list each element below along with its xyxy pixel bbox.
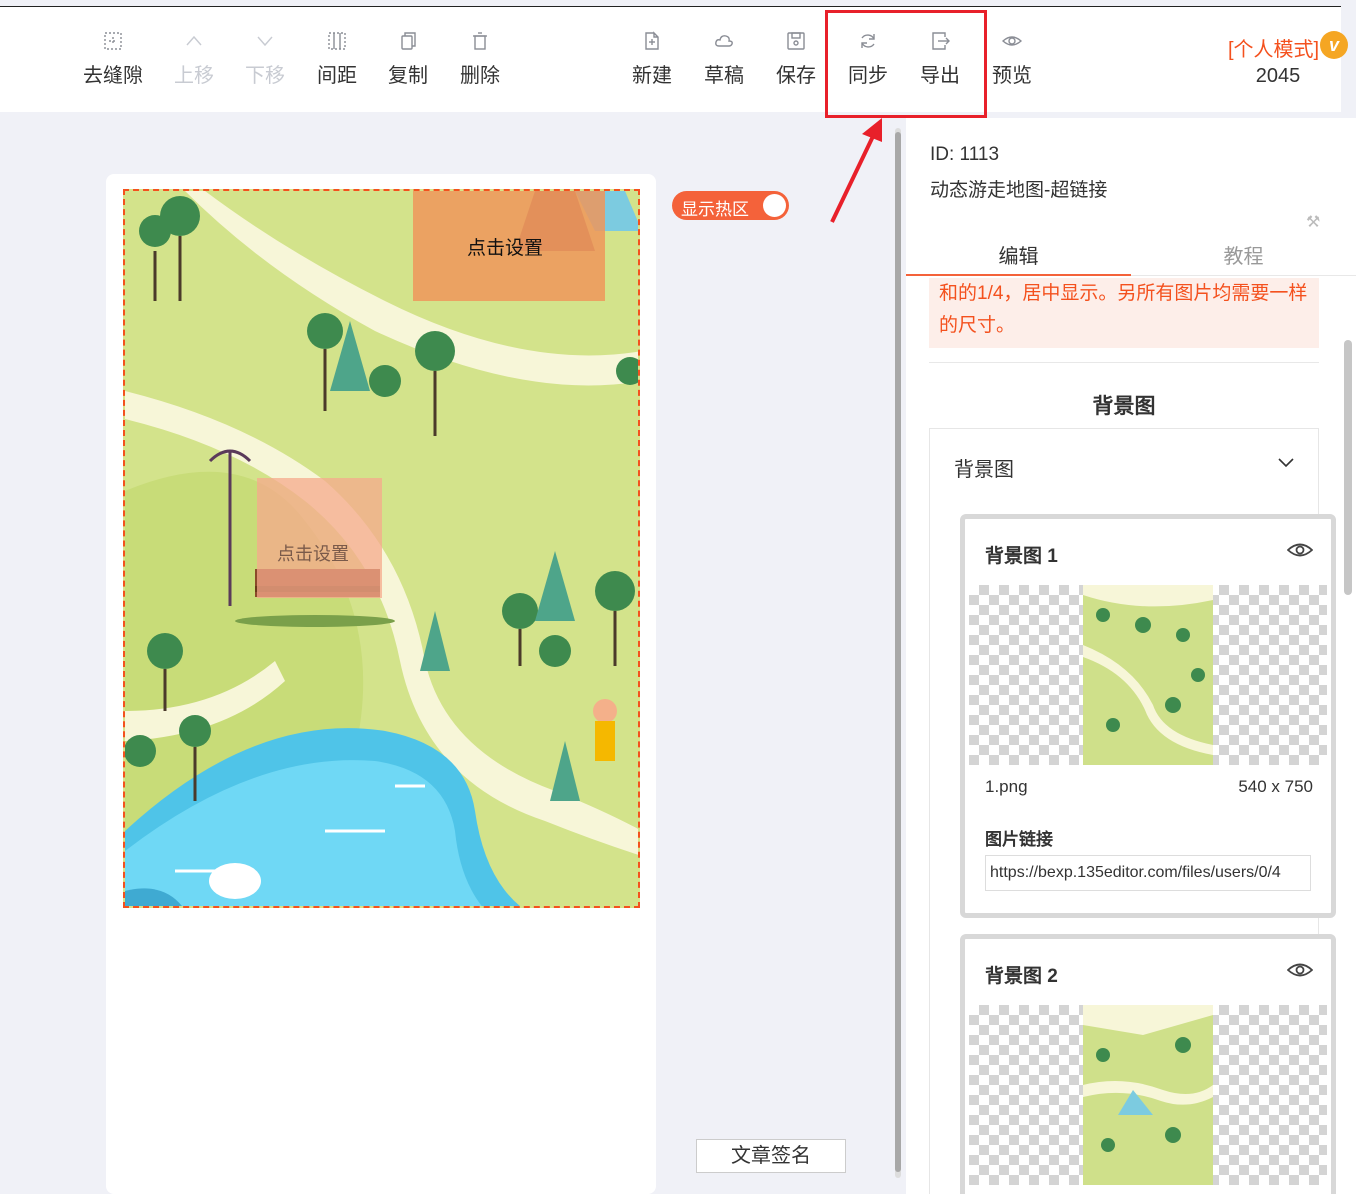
thumbnail-illustration <box>1083 585 1213 765</box>
active-tab-indicator <box>906 274 1131 276</box>
panel-scrollbar[interactable] <box>1344 340 1352 595</box>
annotation-arrow <box>830 118 882 223</box>
highlight-box <box>825 10 987 118</box>
cloud-icon <box>715 35 733 47</box>
vip-badge-icon: v <box>1320 31 1348 59</box>
background-thumbnail <box>1083 1005 1213 1185</box>
toggle-knob <box>763 194 786 217</box>
move-up-button[interactable]: 上移 <box>158 31 230 88</box>
trash-icon <box>473 32 487 50</box>
spacing-button[interactable]: 间距 <box>301 31 373 88</box>
article-signature-button[interactable]: 文章签名 <box>696 1139 846 1173</box>
settings-panel: ID: 1113 动态游走地图-超链接 ⚒ 编辑 教程 和的1/4，居中显示。另… <box>906 118 1356 1194</box>
file-dimensions: 540 x 750 <box>1238 777 1313 796</box>
file-name: 1.png <box>985 777 1028 796</box>
copy-icon <box>401 32 416 50</box>
chevron-down-icon <box>257 36 273 47</box>
card-title: 背景图 2 <box>985 966 1058 987</box>
new-file-icon <box>645 31 659 50</box>
tools-icon[interactable]: ⚒ <box>1306 212 1320 232</box>
background-card-2: 背景图 2 <box>960 934 1336 1194</box>
new-button[interactable]: 新建 <box>616 31 688 88</box>
collapse-body: 背景图 1 1.png 540 x 750 图片链接 背景图 2 <box>929 504 1336 1194</box>
panel-tabs: 编辑 教程 <box>906 230 1356 276</box>
delete-button[interactable]: 删除 <box>444 31 516 88</box>
move-down-button[interactable]: 下移 <box>229 31 301 88</box>
thumbnail-illustration <box>1083 1005 1213 1185</box>
copy-button[interactable]: 复制 <box>372 31 444 88</box>
show-hotspot-toggle[interactable]: 显示热区 <box>672 191 789 220</box>
image-preview <box>969 585 1327 765</box>
save-icon <box>787 32 805 50</box>
personal-mode-link[interactable]: [个人模式] <box>1228 33 1319 62</box>
card-title: 背景图 1 <box>985 546 1058 567</box>
hotspot-area-2[interactable]: 点击设置 <box>257 478 382 598</box>
divider <box>929 362 1319 363</box>
image-link-input[interactable] <box>985 855 1311 891</box>
image-preview <box>969 1005 1327 1185</box>
save-button[interactable]: 保存 <box>760 31 832 88</box>
hotspot-label-2: 点击设置 <box>277 544 349 564</box>
image-link-label: 图片链接 <box>985 830 1053 849</box>
eye-icon[interactable] <box>1287 961 1313 979</box>
collapse-title: 背景图 <box>954 459 1014 481</box>
background-collapse-header[interactable]: 背景图 <box>929 428 1319 504</box>
hotspot-label-1: 点击设置 <box>467 238 544 259</box>
toolbar: 去缝隙 上移 下移 间距 复制 删除 新建 草稿 保存 同步 导出 预览 [个人… <box>0 6 1348 112</box>
tab-edit[interactable]: 编辑 <box>906 240 1131 269</box>
toggle-label: 显示热区 <box>681 200 749 219</box>
hotspot-area-1[interactable]: 点击设置 <box>413 191 605 301</box>
canvas-scrollbar[interactable] <box>893 118 903 1194</box>
eye-icon[interactable] <box>1287 541 1313 559</box>
background-thumbnail <box>1083 585 1213 765</box>
section-title: 背景图 <box>1092 395 1156 418</box>
draft-button[interactable]: 草稿 <box>688 31 760 88</box>
tab-tutorial[interactable]: 教程 <box>1131 240 1356 269</box>
grid-icon <box>104 32 122 50</box>
chevron-up-icon <box>186 35 202 46</box>
spacing-icon <box>328 32 346 50</box>
template-name: 动态游走地图-超链接 <box>930 180 1108 201</box>
background-card-1: 背景图 1 1.png 540 x 750 图片链接 <box>960 514 1336 918</box>
template-id: ID: 1113 <box>930 144 1000 165</box>
remove-gap-button[interactable]: 去缝隙 <box>77 31 149 88</box>
notice-text: 和的1/4，居中显示。另所有图片均需要一样的尺寸。 <box>929 278 1319 348</box>
eye-icon <box>1002 36 1022 46</box>
scroll-thumb[interactable] <box>895 132 901 1172</box>
chevron-down-icon <box>1278 455 1294 471</box>
count-value: 2045 <box>1255 65 1301 87</box>
